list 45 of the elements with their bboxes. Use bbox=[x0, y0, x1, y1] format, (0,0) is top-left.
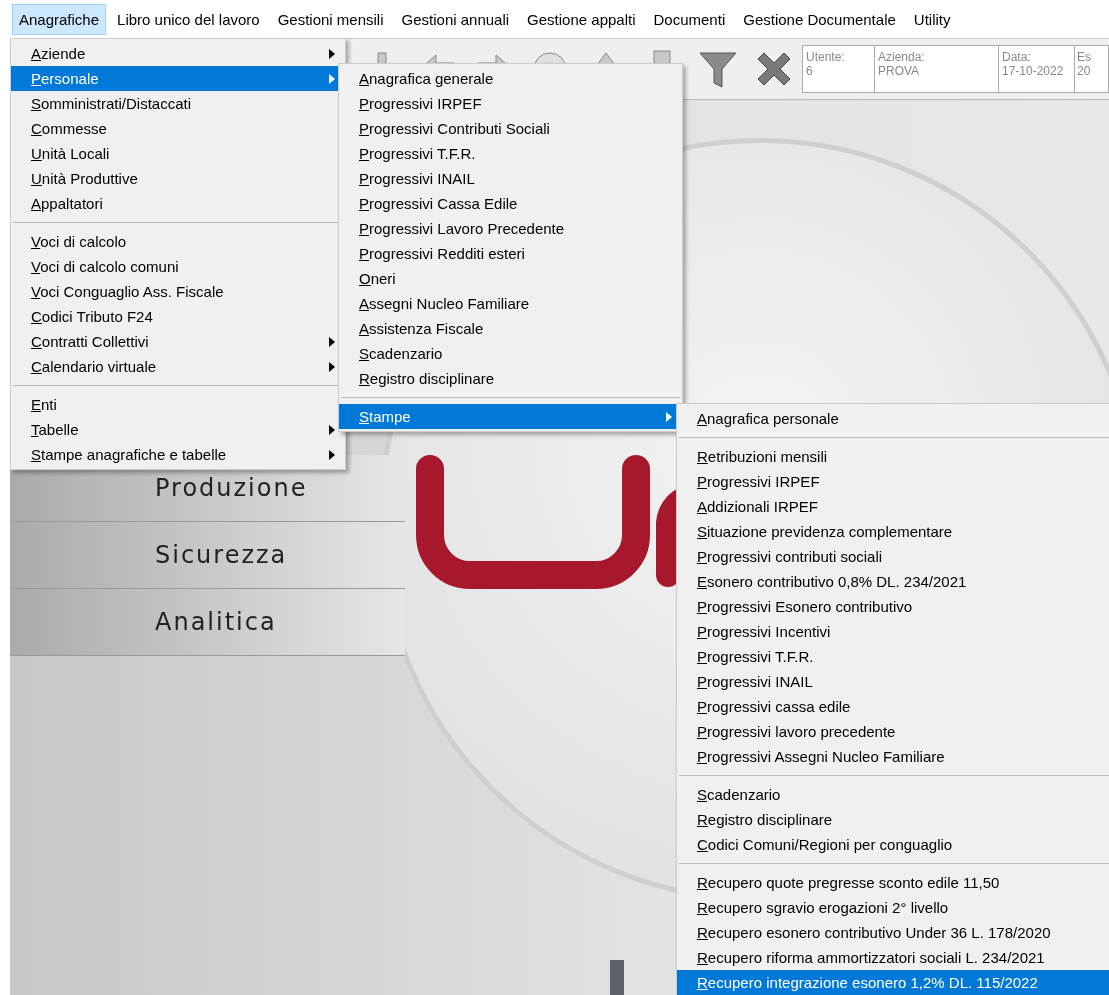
menu-item[interactable]: Recupero riforma ammortizzatori sociali L. 234/2021 bbox=[677, 945, 1109, 970]
menu-item[interactable]: Progressivi cassa edile bbox=[677, 694, 1109, 719]
menu-item[interactable]: Progressivi IRPEF bbox=[339, 91, 682, 116]
menu-bar-item[interactable]: Gestioni mensili bbox=[270, 3, 391, 35]
menu-bar-item[interactable]: Libro unico del lavoro bbox=[110, 3, 267, 35]
menu-item[interactable]: Progressivi Esonero contributivo bbox=[677, 594, 1109, 619]
menu-bar-item[interactable]: Gestione Documentale bbox=[736, 3, 903, 35]
menu-bar-item[interactable]: Anagrafiche bbox=[12, 3, 107, 35]
menu-item[interactable]: Progressivi Cassa Edile bbox=[339, 191, 682, 216]
menu-item[interactable]: Aziende bbox=[11, 41, 345, 66]
menu-item[interactable]: Progressivi Assegni Nucleo Familiare bbox=[677, 744, 1109, 769]
menu-bar-item[interactable]: Gestione appalti bbox=[520, 3, 643, 35]
menu-item[interactable]: Progressivi T.F.R. bbox=[339, 141, 682, 166]
menu-item[interactable]: Situazione previdenza complementare bbox=[677, 519, 1109, 544]
menu-item[interactable]: Progressivi INAIL bbox=[677, 669, 1109, 694]
menu-item[interactable]: Recupero quote pregresse sconto edile 11,50 bbox=[677, 870, 1109, 895]
menu-item[interactable]: Oneri bbox=[339, 266, 682, 291]
menu-item[interactable]: Addizionali IRPEF bbox=[677, 494, 1109, 519]
menu-item[interactable]: Scadenzario bbox=[339, 341, 682, 366]
menu-item[interactable]: Assegni Nucleo Familiare bbox=[339, 291, 682, 316]
menu-item[interactable]: Progressivi Redditi esteri bbox=[339, 241, 682, 266]
menu-item[interactable]: Registro disciplinare bbox=[339, 366, 682, 391]
dark-bar bbox=[610, 960, 624, 995]
menu-item[interactable]: Progressivi T.F.R. bbox=[677, 644, 1109, 669]
menu-item[interactable]: Progressivi Lavoro Precedente bbox=[339, 216, 682, 241]
menu-item[interactable]: Registro disciplinare bbox=[677, 807, 1109, 832]
menu-item[interactable]: Recupero esonero contributivo Under 36 L. 178/2020 bbox=[677, 920, 1109, 945]
menu-item[interactable]: Recupero integrazione esonero 1,2% DL. 115/2022 bbox=[677, 970, 1109, 995]
menu-item[interactable]: Progressivi contributi sociali bbox=[677, 544, 1109, 569]
menu-item[interactable]: Assistenza Fiscale bbox=[339, 316, 682, 341]
menu-item[interactable]: Progressivi IRPEF bbox=[677, 469, 1109, 494]
section-button[interactable]: Sicurezza bbox=[10, 522, 405, 589]
section-button[interactable]: Analitica bbox=[10, 589, 405, 656]
menu-item[interactable]: Progressivi lavoro precedente bbox=[677, 719, 1109, 744]
menu-item[interactable]: Esonero contributivo 0,8% DL. 234/2021 bbox=[677, 569, 1109, 594]
menu-bar-item[interactable]: Gestioni annuali bbox=[394, 3, 517, 35]
menu-item[interactable]: Recupero sgravio erogazioni 2° livello bbox=[677, 895, 1109, 920]
menu-bar-item[interactable]: Utility bbox=[906, 3, 958, 35]
menu-item[interactable]: Codici Comuni/Regioni per conguaglio bbox=[677, 832, 1109, 857]
menu-item[interactable]: Progressivi Contributi Sociali bbox=[339, 116, 682, 141]
menu-item[interactable]: Retribuzioni mensili bbox=[677, 444, 1109, 469]
menu-item[interactable]: Scadenzario bbox=[677, 782, 1109, 807]
menu-bar-item[interactable]: Documenti bbox=[646, 3, 733, 35]
menu-item[interactable]: Progressivi INAIL bbox=[339, 166, 682, 191]
menu-item[interactable]: Progressivi Incentivi bbox=[677, 619, 1109, 644]
